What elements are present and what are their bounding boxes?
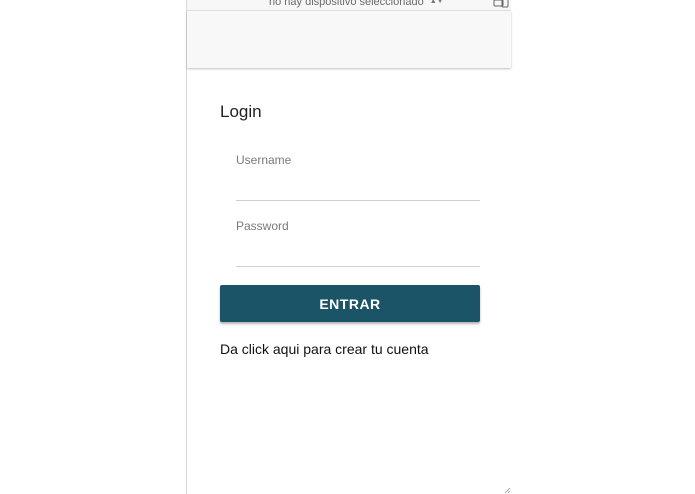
page-title: Login — [220, 102, 262, 121]
username-input[interactable] — [236, 171, 480, 201]
password-label: Password — [236, 219, 289, 233]
username-label: Username — [236, 153, 292, 167]
device-toolbar: no hay dispositivo seleccionado ▲▼ — [187, 0, 511, 11]
username-field: Username — [220, 153, 480, 201]
rotate-device-icon[interactable] — [493, 0, 511, 9]
app-header — [187, 11, 511, 68]
page: no hay dispositivo seleccionado ▲▼ Login … — [0, 0, 695, 494]
password-field: Password — [220, 219, 480, 267]
device-select[interactable]: no hay dispositivo seleccionado ▲▼ — [269, 0, 444, 9]
resize-handle-icon[interactable] — [503, 486, 511, 494]
create-account-link[interactable]: Da click aqui para crear tu cuenta — [220, 341, 429, 357]
enter-button[interactable]: ENTRAR — [220, 285, 480, 322]
login-form: Login Username Password ENTRAR Da click … — [187, 69, 511, 494]
chevron-updown-icon: ▲▼ — [429, 0, 444, 5]
device-select-label: no hay dispositivo seleccionado — [269, 0, 424, 8]
password-input[interactable] — [236, 237, 480, 267]
